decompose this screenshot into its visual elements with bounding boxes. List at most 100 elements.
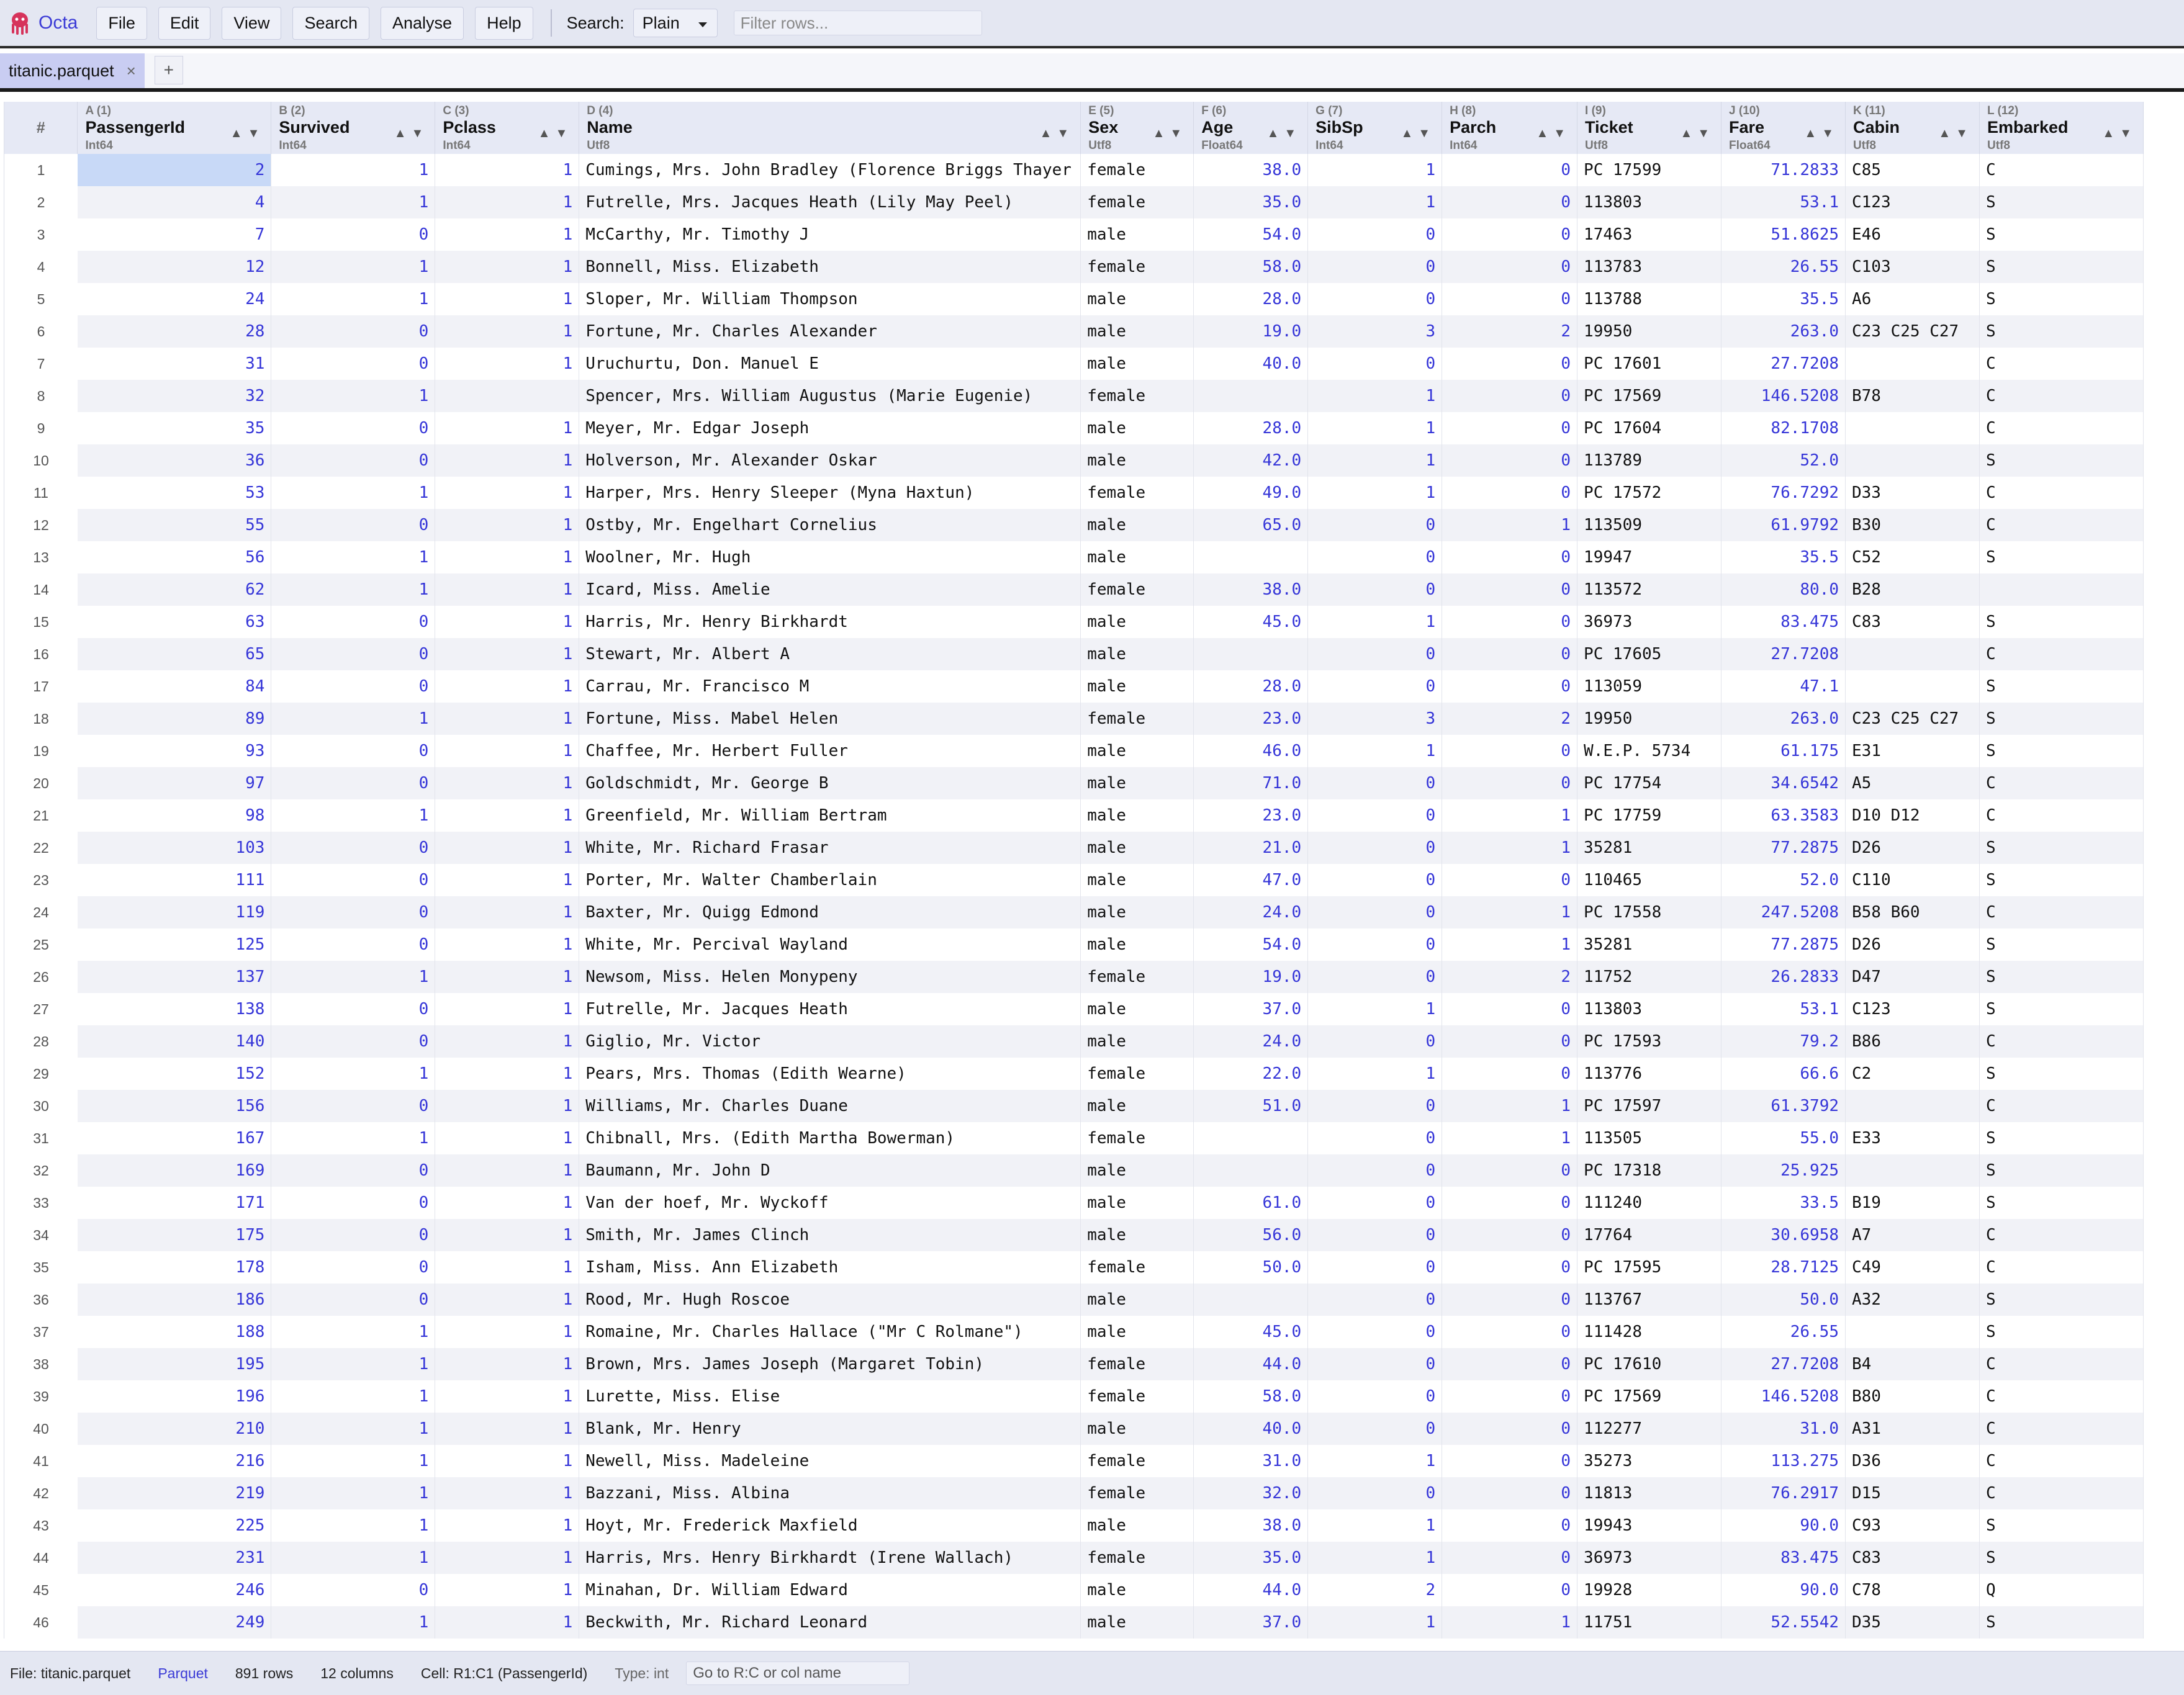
cell-pclass[interactable]: 1 — [435, 1090, 580, 1122]
cell-cabin[interactable]: D33 — [1845, 477, 1980, 509]
cell-pclass[interactable]: 1 — [435, 1154, 580, 1187]
cell-cabin[interactable]: C123 — [1845, 993, 1980, 1025]
cell-cabin[interactable]: C110 — [1845, 864, 1980, 896]
cell-sibsp[interactable]: 0 — [1307, 1025, 1443, 1058]
cell-passengerid[interactable]: 93 — [77, 735, 272, 767]
cell-survived[interactable]: 0 — [271, 1090, 436, 1122]
cell-sex[interactable]: male — [1080, 1316, 1194, 1348]
cell-age[interactable]: 24.0 — [1193, 896, 1309, 928]
cell-fare[interactable]: 82.1708 — [1721, 412, 1846, 444]
cell-embarked[interactable]: S — [1979, 1542, 2144, 1574]
cell-sex[interactable]: male — [1080, 283, 1194, 315]
cell-embarked[interactable]: C — [1979, 896, 2144, 928]
cell-sex[interactable]: male — [1080, 928, 1194, 961]
cell-fare[interactable]: 263.0 — [1721, 703, 1846, 735]
cell-name[interactable]: Harris, Mrs. Henry Birkhardt (Irene Wall… — [579, 1542, 1081, 1574]
cell-ticket[interactable]: PC 17569 — [1577, 1380, 1722, 1413]
cell-name[interactable]: Smith, Mr. James Clinch — [579, 1219, 1081, 1251]
cell-passengerid[interactable]: 125 — [77, 928, 272, 961]
cell-pclass[interactable]: 1 — [435, 251, 580, 283]
cell-sibsp[interactable]: 1 — [1307, 412, 1443, 444]
cell-embarked[interactable]: S — [1979, 703, 2144, 735]
cell-survived[interactable]: 1 — [271, 1058, 436, 1090]
cell-name[interactable]: Blank, Mr. Henry — [579, 1413, 1081, 1445]
cell-pclass[interactable]: 1 — [435, 1477, 580, 1509]
table-row[interactable]: 41 216 1 1 Newell, Miss. Madeleine female 31.0… — [4, 1445, 2144, 1477]
cell-parch[interactable]: 0 — [1442, 767, 1578, 799]
cell-passengerid[interactable]: 32 — [77, 380, 272, 412]
cell-age[interactable]: 44.0 — [1193, 1348, 1309, 1380]
cell-passengerid[interactable]: 31 — [77, 348, 272, 380]
cell-sex[interactable]: male — [1080, 1413, 1194, 1445]
cell-sex[interactable]: female — [1080, 1122, 1194, 1154]
cell-pclass[interactable]: 1 — [435, 477, 580, 509]
cell-fare[interactable]: 77.2875 — [1721, 928, 1846, 961]
cell-survived[interactable]: 1 — [271, 251, 436, 283]
cell-embarked[interactable]: S — [1979, 186, 2144, 218]
cell-survived[interactable]: 1 — [271, 703, 436, 735]
cell-embarked[interactable]: S — [1979, 993, 2144, 1025]
cell-fare[interactable]: 27.7208 — [1721, 638, 1846, 670]
cell-cabin[interactable]: D47 — [1845, 961, 1980, 993]
cell-survived[interactable]: 1 — [271, 1606, 436, 1639]
sort-arrows-icon[interactable]: ▲▼ — [1938, 127, 1973, 141]
cell-survived[interactable]: 0 — [271, 1574, 436, 1606]
table-row[interactable]: 23 111 0 1 Porter, Mr. Walter Chamberlain mal… — [4, 864, 2144, 896]
cell-survived[interactable]: 1 — [271, 573, 436, 606]
table-row[interactable]: 35 178 0 1 Isham, Miss. Ann Elizabeth female 5… — [4, 1251, 2144, 1284]
cell-survived[interactable]: 1 — [271, 186, 436, 218]
cell-parch[interactable]: 0 — [1442, 1219, 1578, 1251]
cell-ticket[interactable]: 110465 — [1577, 864, 1722, 896]
cell-name[interactable]: Baxter, Mr. Quigg Edmond — [579, 896, 1081, 928]
menu-file[interactable]: File — [96, 6, 147, 40]
cell-survived[interactable]: 1 — [271, 477, 436, 509]
table-row[interactable]: 11 53 1 1 Harper, Mrs. Henry Sleeper (Myna H… — [4, 477, 2144, 509]
cell-ticket[interactable]: PC 17605 — [1577, 638, 1722, 670]
cell-ticket[interactable]: PC 17597 — [1577, 1090, 1722, 1122]
cell-sibsp[interactable]: 0 — [1307, 1413, 1443, 1445]
sort-arrows-icon[interactable]: ▲▼ — [230, 127, 265, 141]
cell-passengerid[interactable]: 89 — [77, 703, 272, 735]
cell-ticket[interactable]: 19928 — [1577, 1574, 1722, 1606]
cell-sex[interactable]: male — [1080, 1574, 1194, 1606]
cell-survived[interactable]: 0 — [271, 832, 436, 864]
cell-ticket[interactable]: PC 17601 — [1577, 348, 1722, 380]
cell-embarked[interactable]: S — [1979, 670, 2144, 703]
cell-sibsp[interactable]: 0 — [1307, 896, 1443, 928]
table-row[interactable]: 19 93 0 1 Chaffee, Mr. Herbert Fuller male 46.… — [4, 735, 2144, 767]
cell-pclass[interactable]: 1 — [435, 1284, 580, 1316]
table-row[interactable]: 10 36 0 1 Holverson, Mr. Alexander Oskar male… — [4, 444, 2144, 477]
cell-ticket[interactable]: PC 17759 — [1577, 799, 1722, 832]
cell-age[interactable]: 37.0 — [1193, 993, 1309, 1025]
cell-pclass[interactable]: 1 — [435, 928, 580, 961]
cell-fare[interactable]: 61.3792 — [1721, 1090, 1846, 1122]
cell-pclass[interactable]: 1 — [435, 1380, 580, 1413]
cell-embarked[interactable]: S — [1979, 218, 2144, 251]
cell-survived[interactable]: 0 — [271, 1251, 436, 1284]
cell-cabin[interactable]: C93 — [1845, 1509, 1980, 1542]
cell-sex[interactable]: male — [1080, 1025, 1194, 1058]
cell-embarked[interactable]: C — [1979, 638, 2144, 670]
cell-age[interactable]: 37.0 — [1193, 1606, 1309, 1639]
cell-pclass[interactable]: 1 — [435, 541, 580, 573]
cell-embarked[interactable]: S — [1979, 1187, 2144, 1219]
cell-survived[interactable]: 1 — [271, 1445, 436, 1477]
cell-name[interactable]: Ostby, Mr. Engelhart Cornelius — [579, 509, 1081, 541]
cell-age[interactable] — [1193, 1284, 1309, 1316]
cell-fare[interactable]: 79.2 — [1721, 1025, 1846, 1058]
cell-fare[interactable]: 28.7125 — [1721, 1251, 1846, 1284]
cell-sibsp[interactable]: 1 — [1307, 154, 1443, 186]
cell-passengerid[interactable]: 119 — [77, 896, 272, 928]
cell-sex[interactable]: male — [1080, 541, 1194, 573]
cell-cabin[interactable]: C2 — [1845, 1058, 1980, 1090]
cell-cabin[interactable] — [1845, 1154, 1980, 1187]
cell-cabin[interactable] — [1845, 670, 1980, 703]
cell-cabin[interactable]: C23 C25 C27 — [1845, 703, 1980, 735]
cell-pclass[interactable]: 1 — [435, 896, 580, 928]
cell-survived[interactable]: 0 — [271, 1025, 436, 1058]
cell-embarked[interactable]: C — [1979, 509, 2144, 541]
cell-passengerid[interactable]: 84 — [77, 670, 272, 703]
cell-sibsp[interactable]: 0 — [1307, 283, 1443, 315]
cell-passengerid[interactable]: 169 — [77, 1154, 272, 1187]
cell-cabin[interactable]: A32 — [1845, 1284, 1980, 1316]
